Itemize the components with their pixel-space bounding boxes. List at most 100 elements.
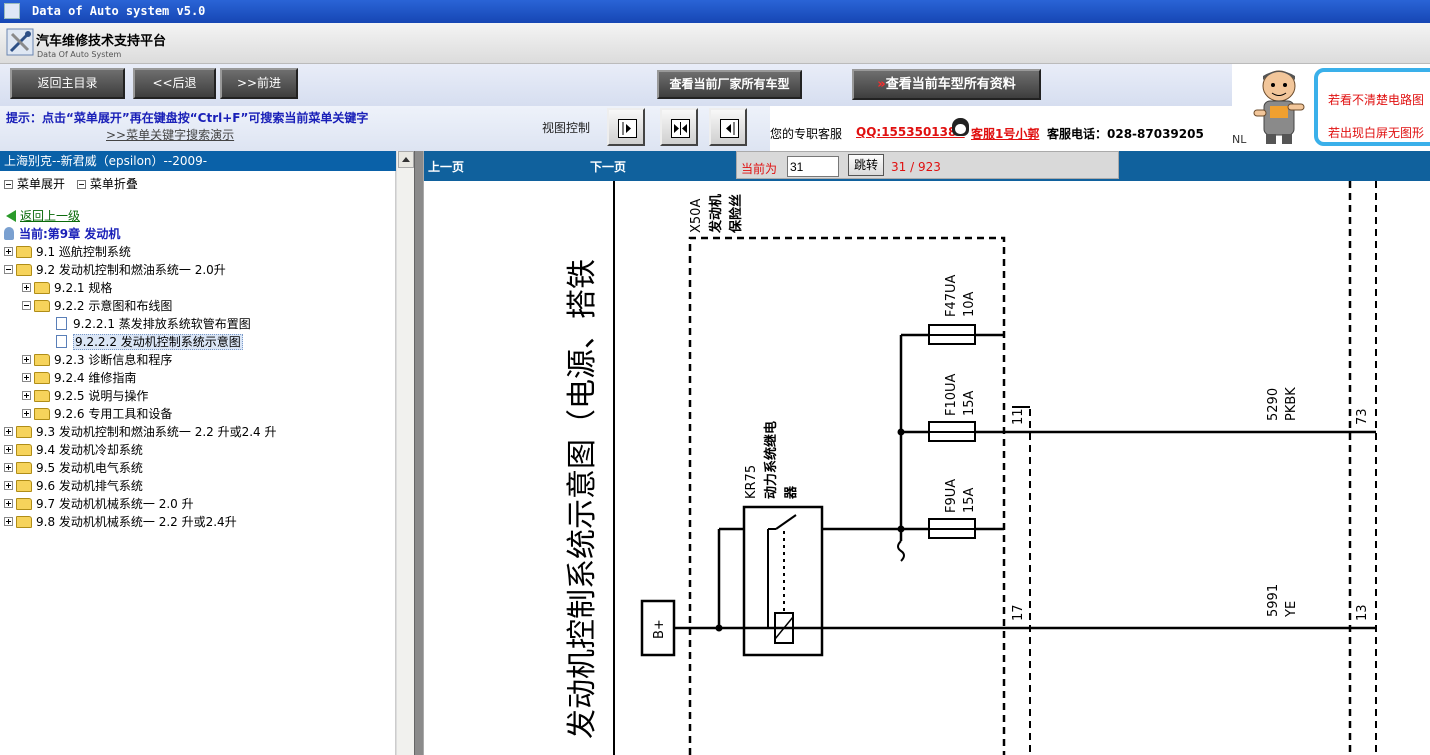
expand-menu-button[interactable]: 菜单展开 <box>4 177 65 191</box>
back-up-label: 返回上一级 <box>20 209 81 223</box>
expand-toggle-icon[interactable] <box>4 445 13 454</box>
expand-toggle-icon[interactable] <box>4 481 13 490</box>
vehicle-header: 上海别克--新君威（epsilon）--2009- <box>0 151 396 171</box>
folder-icon <box>16 426 32 438</box>
f10ua-rating: 15A <box>962 390 977 416</box>
arrow-right-icon <box>618 119 637 138</box>
tree-item-9-2-1[interactable]: 9.2.1 规格 <box>22 279 112 297</box>
collapse-toggle-icon[interactable] <box>4 265 13 274</box>
tree-controls: 菜单展开 菜单折叠 <box>4 175 146 192</box>
document-icon <box>56 317 67 330</box>
back-up-level-link[interactable]: 返回上一级 <box>6 207 80 224</box>
expand-toggle-icon[interactable] <box>4 517 13 526</box>
wire2-color: YE <box>1284 601 1299 618</box>
expand-toggle-icon[interactable] <box>4 247 13 256</box>
search-hint: 提示：点击“菜单展开”再在键盘按“Ctrl+F”可搜索当前菜单关键字 <box>6 111 369 125</box>
expand-icon <box>4 180 13 189</box>
page-jump-group: 当前为 跳转 31 / 923 <box>736 151 1119 179</box>
back-arrow-icon <box>6 210 16 222</box>
nav-toolbar: 返回主目录 <<后退 >>前进 查看当前厂家所有车型 »查看当前车型所有资料 <box>0 64 1232 106</box>
chapter-icon <box>4 227 14 240</box>
wiring-diagram: 发动机控制系统示意图（电源、搭铁 X50A 发动机 保险丝 F47UA 10A … <box>424 181 1430 755</box>
arrow-left-icon <box>720 119 739 138</box>
folder-icon <box>16 480 32 492</box>
view-split-button[interactable] <box>660 108 698 146</box>
x50a-sub1: 发动机 <box>708 194 724 234</box>
view-expand-right-button[interactable] <box>607 108 645 146</box>
expand-toggle-icon[interactable] <box>4 427 13 436</box>
back-button[interactable]: <<后退 <box>133 68 216 99</box>
view-models-button[interactable]: 查看当前厂家所有车型 <box>657 70 802 99</box>
menu-tree-panel: 上海别克--新君威（epsilon）--2009- 菜单展开 菜单折叠 返回上一… <box>0 151 396 755</box>
ad-banner[interactable]: NL 若看不清楚电路图 若出现白屏无图形 <box>1232 64 1430 151</box>
wire2-pin: 13 <box>1355 604 1370 621</box>
ad-text-line2: 若出现白屏无图形 <box>1328 126 1425 140</box>
tree-item-9-2[interactable]: 9.2 发动机控制和燃油系统一 2.0升 <box>4 261 226 279</box>
bplus-label: B+ <box>652 619 667 639</box>
collapse-icon <box>76 180 86 189</box>
tree-item-9-4[interactable]: 9.4 发动机冷却系统 <box>4 441 143 459</box>
folder-open-icon <box>34 300 50 312</box>
scroll-up-icon[interactable] <box>398 151 414 168</box>
current-chapter: 当前:第9章 发动机 <box>4 225 120 242</box>
jump-button[interactable]: 跳转 <box>848 154 884 176</box>
brand-name-en: Data Of Auto System <box>37 50 122 59</box>
page-count: 31 / 923 <box>891 160 941 174</box>
folder-icon <box>16 246 32 258</box>
tree-item-9-8[interactable]: 9.8 发动机机械系统一 2.2 升或2.4升 <box>4 513 237 531</box>
expand-toggle-icon[interactable] <box>22 391 31 400</box>
tree-item-9-7[interactable]: 9.7 发动机机械系统一 2.0 升 <box>4 495 194 513</box>
page-number-input[interactable] <box>787 156 839 177</box>
tree-item-9-2-2-2[interactable]: 9.2.2.2 发动机控制系统示意图 <box>56 333 243 351</box>
folder-icon <box>34 282 50 294</box>
expand-toggle-icon[interactable] <box>22 409 31 418</box>
kr75-name1: 动力系统继电 <box>763 421 779 499</box>
tree-item-9-5[interactable]: 9.5 发动机电气系统 <box>4 459 143 477</box>
folder-icon <box>34 354 50 366</box>
tree-item-9-1[interactable]: 9.1 巡航控制系统 <box>4 243 131 261</box>
hint-row: 提示：点击“菜单展开”再在键盘按“Ctrl+F”可搜索当前菜单关键字 >>菜单关… <box>0 106 770 151</box>
expand-toggle-icon[interactable] <box>4 463 13 472</box>
ad-nl-text: NL <box>1232 133 1247 146</box>
expand-toggle-icon[interactable] <box>22 283 31 292</box>
current-page-label: 当前为 <box>741 162 778 176</box>
tree-item-9-6[interactable]: 9.6 发动机排气系统 <box>4 477 143 495</box>
wire1-code: 5290 <box>1266 388 1281 421</box>
tree-item-9-2-4[interactable]: 9.2.4 维修指南 <box>22 369 136 387</box>
title-bar: Data of Auto system v5.0 <box>0 0 1430 23</box>
folder-icon <box>34 408 50 420</box>
tree-item-9-2-2[interactable]: 9.2.2 示意图和布线图 <box>22 297 172 315</box>
pin-11-label: 11 <box>1011 408 1026 425</box>
tree-item-9-2-3[interactable]: 9.2.3 诊断信息和程序 <box>22 351 172 369</box>
tree-item-9-3[interactable]: 9.3 发动机控制和燃油系统一 2.2 升或2.4 升 <box>4 423 277 441</box>
next-page-link[interactable]: 下一页 <box>590 158 626 175</box>
qq-penguin-icon[interactable] <box>952 118 969 136</box>
service-agent-link[interactable]: 客服1号小郭 <box>971 125 1039 142</box>
document-icon <box>56 335 67 348</box>
collapse-menu-button[interactable]: 菜单折叠 <box>76 177 138 191</box>
folder-icon <box>16 498 32 510</box>
panel-splitter[interactable] <box>414 151 424 755</box>
collapse-toggle-icon[interactable] <box>22 301 31 310</box>
forward-button[interactable]: >>前进 <box>220 68 298 99</box>
x50a-label: X50A <box>689 199 704 233</box>
tree-item-9-2-6[interactable]: 9.2.6 专用工具和设备 <box>22 405 172 423</box>
tree-item-9-2-5[interactable]: 9.2.5 说明与操作 <box>22 387 148 405</box>
folder-icon <box>16 516 32 528</box>
tree-scrollbar[interactable] <box>396 151 414 755</box>
folder-open-icon <box>16 264 32 276</box>
expand-toggle-icon[interactable] <box>4 499 13 508</box>
tree-item-9-2-2-1[interactable]: 9.2.2.1 蒸发排放系统软管布置图 <box>56 315 251 333</box>
expand-toggle-icon[interactable] <box>22 355 31 364</box>
main-menu-button[interactable]: 返回主目录 <box>10 68 125 99</box>
app-icon <box>4 3 20 19</box>
view-expand-left-button[interactable] <box>709 108 747 146</box>
split-arrows-icon <box>671 119 690 138</box>
search-demo-link[interactable]: >>菜单关键字搜索演示 <box>106 126 234 143</box>
expand-toggle-icon[interactable] <box>22 373 31 382</box>
f47ua-rating: 10A <box>962 291 977 317</box>
prev-page-link[interactable]: 上一页 <box>428 158 464 175</box>
brand-header: 汽车维修技术支持平台 Data Of Auto System <box>0 23 1430 64</box>
service-qq-link[interactable]: QQ:1553501388 <box>856 125 965 139</box>
view-all-info-button[interactable]: »查看当前车型所有资料 <box>852 69 1041 100</box>
